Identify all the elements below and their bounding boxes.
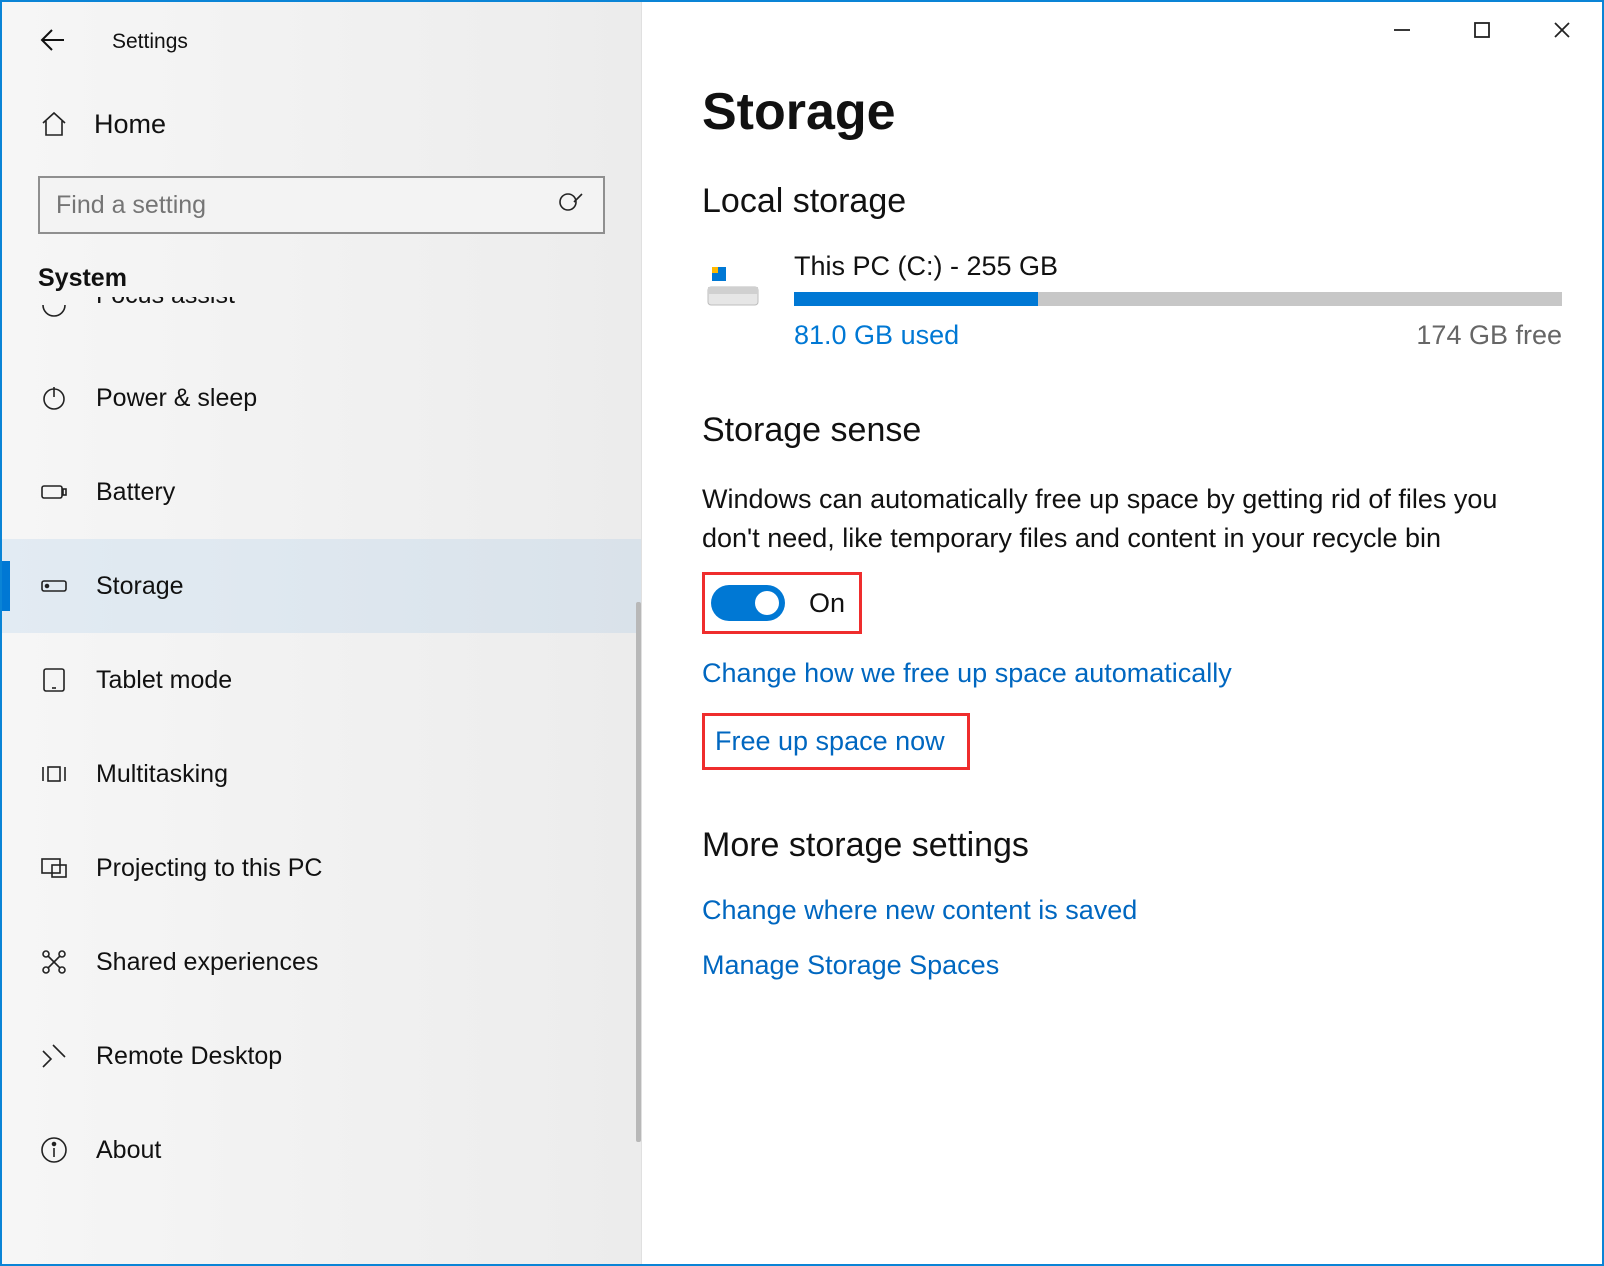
remote-desktop-icon (38, 1040, 70, 1072)
sidebar-item-focus-assist[interactable]: Focus assist (2, 297, 641, 351)
nav-label: Multitasking (96, 760, 228, 789)
minimize-button[interactable] (1362, 2, 1442, 58)
toggle-state-label: On (809, 588, 845, 619)
link-change-save-location[interactable]: Change where new content is saved (702, 895, 1137, 926)
projecting-icon (38, 852, 70, 884)
multitasking-icon (38, 758, 70, 790)
storage-sense-heading: Storage sense (702, 411, 1562, 450)
search-icon (555, 189, 587, 221)
home-label: Home (94, 109, 166, 140)
focus-assist-icon (38, 297, 70, 321)
link-change-auto-free[interactable]: Change how we free up space automaticall… (702, 658, 1232, 689)
storage-sense-toggle-row: On (702, 572, 862, 634)
nav-label: Focus assist (96, 297, 235, 310)
window-controls (1362, 2, 1602, 58)
info-icon (38, 1134, 70, 1166)
link-free-up-now[interactable]: Free up space now (702, 713, 970, 770)
back-button[interactable] (38, 25, 68, 60)
storage-sense-description: Windows can automatically free up space … (702, 480, 1552, 558)
main-content: Storage Local storage This PC (C:) - 255… (642, 2, 1602, 1264)
search-box[interactable] (38, 176, 605, 234)
sidebar-scrollbar[interactable] (636, 602, 641, 1142)
drive-icon (702, 253, 764, 315)
nav-list: Focus assist Power & sleep Battery Stora… (2, 297, 641, 1197)
nav-label: Storage (96, 572, 184, 601)
sidebar-item-home[interactable]: Home (2, 72, 641, 176)
sidebar-item-projecting[interactable]: Projecting to this PC (2, 821, 641, 915)
drive-row[interactable]: This PC (C:) - 255 GB 81.0 GB used 174 G… (702, 251, 1562, 351)
tablet-icon (38, 664, 70, 696)
nav-label: About (96, 1136, 161, 1165)
page-title: Storage (702, 82, 1562, 142)
nav-label: Tablet mode (96, 666, 232, 695)
local-storage-heading: Local storage (702, 182, 1562, 221)
close-button[interactable] (1522, 2, 1602, 58)
sidebar-item-remote-desktop[interactable]: Remote Desktop (2, 1009, 641, 1103)
nav-label: Power & sleep (96, 384, 257, 413)
storage-free: 174 GB free (1416, 320, 1562, 351)
sidebar-item-storage[interactable]: Storage (2, 539, 641, 633)
storage-used: 81.0 GB used (794, 320, 959, 351)
app-title: Settings (112, 30, 188, 54)
storage-sense-toggle[interactable] (711, 585, 785, 621)
more-settings-heading: More storage settings (702, 826, 1562, 865)
nav-label: Shared experiences (96, 948, 318, 977)
nav-label: Battery (96, 478, 175, 507)
storage-bar (794, 292, 1562, 306)
sidebar-item-shared-experiences[interactable]: Shared experiences (2, 915, 641, 1009)
search-input[interactable] (56, 191, 555, 220)
sidebar-item-tablet-mode[interactable]: Tablet mode (2, 633, 641, 727)
section-label: System (2, 264, 641, 297)
sidebar-item-multitasking[interactable]: Multitasking (2, 727, 641, 821)
nav-label: Remote Desktop (96, 1042, 282, 1071)
storage-bar-fill (794, 292, 1038, 306)
nav-label: Projecting to this PC (96, 854, 323, 883)
battery-icon (38, 476, 70, 508)
sidebar: Settings Home System Focus assist Power … (2, 2, 642, 1264)
sidebar-item-power-sleep[interactable]: Power & sleep (2, 351, 641, 445)
shared-icon (38, 946, 70, 978)
sidebar-item-about[interactable]: About (2, 1103, 641, 1197)
storage-icon (38, 570, 70, 602)
maximize-button[interactable] (1442, 2, 1522, 58)
drive-title: This PC (C:) - 255 GB (794, 251, 1562, 282)
link-manage-storage-spaces[interactable]: Manage Storage Spaces (702, 950, 999, 981)
sidebar-item-battery[interactable]: Battery (2, 445, 641, 539)
power-icon (38, 382, 70, 414)
home-icon (38, 108, 70, 140)
